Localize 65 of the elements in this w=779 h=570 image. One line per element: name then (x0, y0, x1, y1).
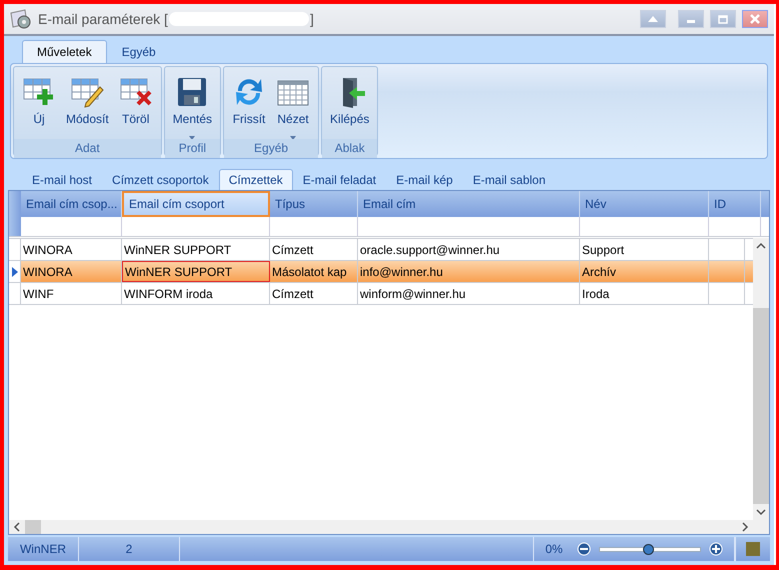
tab[interactable]: E-mail feladat (292, 169, 386, 190)
zoom-in-icon[interactable] (708, 542, 723, 556)
ribbon-button[interactable]: Kilépés (326, 71, 374, 139)
table-cell: Archív (580, 261, 709, 282)
table-cell: Címzett (270, 239, 358, 260)
row-header-corner (9, 191, 21, 217)
horizontal-scrollbar[interactable] (9, 520, 769, 534)
ribbon-button[interactable]: Nézet (272, 71, 314, 139)
table-cell: WINF (21, 283, 122, 304)
table-cell: Support (580, 239, 709, 260)
app-gear-envelope-icon (10, 8, 32, 30)
table-cell: Címzett (270, 283, 358, 304)
ribbon-tab[interactable]: Egyéb (106, 40, 171, 63)
table-cell: info@winner.hu (358, 261, 580, 282)
table-cell: oracle.support@winner.hu (358, 239, 580, 260)
tab[interactable]: E-mail sablon (462, 169, 556, 190)
current-row-icon (12, 266, 18, 276)
vertical-scrollbar[interactable] (753, 238, 769, 520)
tab[interactable]: E-mail kép (386, 169, 463, 190)
table-cell: WINORA (21, 239, 122, 260)
table-row[interactable]: WINORA WinNER SUPPORT Másolatot kap info@winner.hu Archív (9, 261, 753, 283)
group-label: Profil (164, 139, 220, 158)
tab[interactable]: Címzettek (218, 169, 293, 190)
zoom-out-icon[interactable] (576, 542, 591, 556)
slider-thumb[interactable] (642, 544, 654, 554)
close-icon (750, 14, 760, 24)
tab[interactable]: E-mail host (22, 169, 102, 190)
scrollbar-thumb[interactable] (25, 520, 41, 534)
ribbon-button[interactable]: Új (18, 71, 60, 139)
table-cell: winform@winner.hu (358, 283, 580, 304)
ribbon-button[interactable]: Módosít (62, 71, 113, 139)
zoom-percent: 0% (545, 542, 563, 556)
table-cell: WINORA (21, 261, 122, 282)
ribbon-button[interactable]: Töröl (114, 71, 157, 139)
table-cell: WinNER SUPPORT (122, 261, 270, 282)
minimize-button[interactable] (678, 10, 704, 28)
table-cell: WinNER SUPPORT (122, 239, 270, 260)
ribbon-tab[interactable]: Műveletek (22, 40, 107, 63)
table-row[interactable]: WINF WINFORM iroda Címzett winform@winner.hu Iroda (9, 283, 753, 305)
table-cell: Másolatot kap (270, 261, 358, 282)
status-square-icon (746, 542, 760, 556)
column-header[interactable]: Email cím csoport (122, 191, 270, 217)
column-header[interactable]: Típus (270, 191, 358, 217)
column-header[interactable]: Név (580, 191, 709, 217)
group-label: Adat (14, 139, 161, 158)
up-arrow-icon (648, 16, 658, 22)
record-count: 2 (79, 537, 180, 561)
group-label: Ablak (322, 139, 378, 158)
maximize-button[interactable] (710, 10, 736, 28)
status-user: WinNER (8, 537, 79, 561)
ribbon-button[interactable]: Frissít (228, 71, 270, 139)
scrollbar-thumb[interactable] (753, 308, 769, 504)
ribbon-button[interactable]: Mentés (168, 71, 216, 139)
group-label: Egyéb (224, 139, 318, 158)
table-cell: WINFORM iroda (122, 283, 270, 304)
close-button[interactable] (742, 10, 768, 28)
table-cell: Iroda (580, 283, 709, 304)
tab[interactable]: Címzett csoportok (102, 169, 219, 190)
column-header[interactable]: ID (709, 191, 761, 217)
row-indicator (9, 217, 21, 236)
zoom-slider[interactable] (598, 546, 701, 552)
column-header[interactable]: Email cím (358, 191, 580, 217)
maximize-icon (718, 14, 728, 24)
collapse-ribbon-button[interactable] (640, 10, 666, 28)
window-title: E-mail paraméterek [ ] (38, 11, 314, 27)
